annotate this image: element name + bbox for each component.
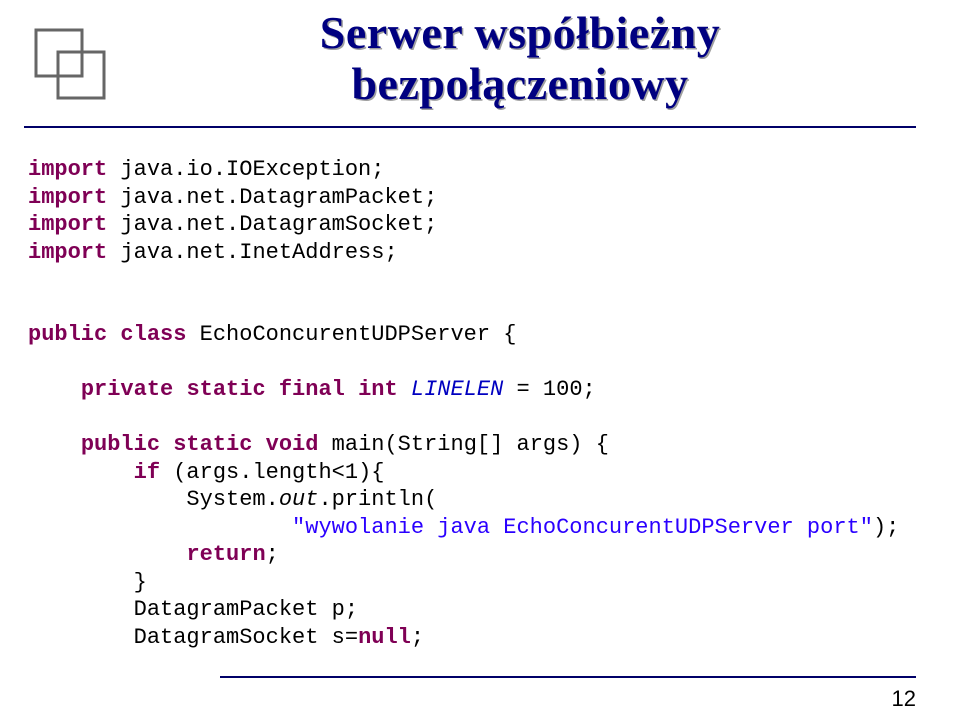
divider-bottom xyxy=(220,676,916,678)
title-line-2: bezpołączeniowy xyxy=(140,59,900,110)
page-number: 12 xyxy=(892,686,916,712)
kw-import: import xyxy=(28,157,107,182)
code-block: import java.io.IOException; import java.… xyxy=(28,156,920,651)
logo-icon xyxy=(28,22,116,115)
slide-title: Serwer współbieżny bezpołączeniowy xyxy=(140,8,900,109)
title-line-1: Serwer współbieżny xyxy=(140,8,900,59)
slide: Serwer współbieżny bezpołączeniowy impor… xyxy=(0,0,960,728)
divider-top xyxy=(24,126,916,128)
